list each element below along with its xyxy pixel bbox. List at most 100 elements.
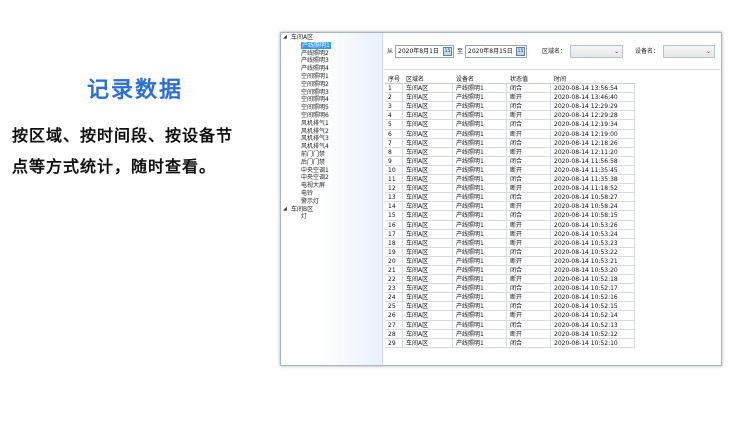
table-row[interactable]: 23 车间A区 产线照明1 闭合 2020-08-14 10:52:17 [385, 284, 635, 294]
table-row[interactable]: 13 车间A区 产线照明1 闭合 2020-08-14 10:58:27 [385, 193, 635, 203]
table-cell: 2020-08-14 13:56:54 [551, 84, 635, 93]
table-cell: 断开 [507, 165, 551, 175]
table-cell: 2020-08-14 11:18:52 [551, 184, 635, 193]
to-date-picker[interactable]: 2020年8月15日 15 [465, 45, 527, 58]
tree-item[interactable]: 中央空调1 [281, 167, 382, 175]
table-row[interactable]: 10 车间A区 产线照明1 断开 2020-08-14 11:35:45 [385, 165, 635, 176]
tree-group[interactable]: ◢ 车间B区 [281, 206, 382, 214]
table-cell: 产线照明1 [453, 211, 507, 220]
tree-item[interactable]: 风机排气2 [281, 128, 382, 136]
calendar-icon[interactable]: 15 [443, 47, 452, 56]
tree-item[interactable]: 风机排气1 [281, 120, 382, 128]
tree-item[interactable]: 空间照明3 [281, 89, 382, 97]
table-row[interactable]: 27 车间A区 产线照明1 闭合 2020-08-14 10:52:13 [385, 320, 635, 330]
tree-group[interactable]: ◢ 车间A区 [281, 34, 382, 42]
tree-item[interactable]: 空间照明5 [281, 104, 382, 112]
table-cell: 2020-08-14 11:35:45 [551, 165, 635, 175]
tree-item[interactable]: 空间照明4 [281, 96, 382, 104]
table-row[interactable]: 6 车间A区 产线照明1 断开 2020-08-14 12:19:00 [385, 129, 635, 139]
device-select[interactable]: ⌄ [663, 45, 715, 58]
tree-item-label: 产线照明4 [301, 65, 329, 73]
from-date-picker[interactable]: 2020年8月1日 15 [395, 45, 454, 58]
tree-item[interactable]: 电铃 [281, 190, 382, 198]
table-row[interactable]: 3 车间A区 产线照明1 闭合 2020-08-14 12:29:29 [385, 102, 635, 112]
tree-item[interactable]: 中央空调2 [281, 174, 382, 182]
tree-item[interactable]: 风机排气4 [281, 143, 382, 151]
column-header[interactable]: 设备名 [453, 75, 507, 83]
tree-item-label: 空间照明3 [301, 88, 329, 96]
table-cell: 2020-08-14 12:19:34 [551, 120, 635, 129]
tree-item[interactable]: 产线照明4 [281, 65, 382, 73]
table-cell: 车间A区 [403, 138, 453, 147]
tree-item[interactable]: 空间照明2 [281, 81, 382, 89]
table-cell: 产线照明1 [453, 147, 507, 156]
table-row[interactable]: 19 车间A区 产线照明1 闭合 2020-08-14 10:53:22 [385, 247, 635, 257]
table-row[interactable]: 2 车间A区 产线照明1 断开 2020-08-14 13:46:40 [385, 93, 635, 103]
table-row[interactable]: 9 车间A区 产线照明1 闭合 2020-08-14 11:56:58 [385, 156, 635, 166]
table-row[interactable]: 18 车间A区 产线照明1 断开 2020-08-14 10:53:23 [385, 238, 635, 248]
table-cell: 车间A区 [403, 147, 453, 156]
tree-item[interactable]: 产线照明3 [281, 57, 382, 65]
table-row[interactable]: 8 车间A区 产线照明1 断开 2020-08-14 12:11:20 [385, 147, 635, 157]
table-cell: 10 [385, 165, 403, 175]
table-row[interactable]: 17 车间A区 产线照明1 断开 2020-08-14 10:53:24 [385, 229, 635, 239]
table-cell: 产线照明1 [453, 175, 507, 184]
table-cell: 2020-08-14 10:53:20 [551, 265, 635, 275]
table-row[interactable]: 1 车间A区 产线照明1 闭合 2020-08-14 13:56:54 [385, 84, 635, 94]
tree-item-label: 前门门禁 [301, 150, 326, 158]
tree-item[interactable]: 后门门禁 [281, 159, 382, 167]
table-cell: 产线照明1 [453, 129, 507, 138]
table-cell: 闭合 [507, 120, 551, 129]
table-cell: 车间A区 [403, 111, 453, 120]
tree-item[interactable]: 电视大屏 [281, 182, 382, 190]
column-header[interactable]: 时间 [551, 75, 635, 83]
table-row[interactable]: 14 车间A区 产线照明1 断开 2020-08-14 10:58:24 [385, 202, 635, 212]
table-row[interactable]: 29 车间A区 产线照明1 闭合 2020-08-14 10:52:10 [385, 338, 635, 348]
table-row[interactable]: 24 车间A区 产线照明1 断开 2020-08-14 10:52:16 [385, 293, 635, 303]
table-row[interactable]: 4 车间A区 产线照明1 断开 2020-08-14 12:29:28 [385, 111, 635, 121]
table-row[interactable]: 7 车间A区 产线照明1 闭合 2020-08-14 12:18:26 [385, 138, 635, 148]
table-row[interactable]: 15 车间A区 产线照明1 闭合 2020-08-14 10:58:15 [385, 211, 635, 221]
table-row[interactable]: 26 车间A区 产线照明1 断开 2020-08-14 10:52:14 [385, 311, 635, 321]
table-row[interactable]: 21 车间A区 产线照明1 闭合 2020-08-14 10:53:20 [385, 265, 635, 276]
table-cell: 产线照明1 [453, 293, 507, 302]
tree-item-label: 风机排气1 [301, 119, 329, 127]
tree-item[interactable]: 灯 [281, 213, 382, 221]
column-header[interactable]: 区域名 [403, 75, 453, 83]
table-row[interactable]: 16 车间A区 产线照明1 断开 2020-08-14 10:53:26 [385, 220, 635, 230]
table-row[interactable]: 25 车间A区 产线照明1 闭合 2020-08-14 10:52:15 [385, 302, 635, 312]
area-select[interactable]: ⌄ [570, 45, 623, 58]
table-body[interactable]: 1 车间A区 产线照明1 闭合 2020-08-14 13:56:54 2 车间A区 产线照明… [385, 84, 635, 348]
table-row[interactable]: 28 车间A区 产线照明1 断开 2020-08-14 10:52:12 [385, 329, 635, 339]
calendar-icon[interactable]: 15 [516, 47, 525, 56]
table-cell: 2020-08-14 12:29:28 [551, 111, 635, 120]
tree-item[interactable]: 警示灯 [281, 198, 382, 206]
expand-toggle-icon[interactable]: ◢ [283, 206, 289, 214]
column-header[interactable]: 状态值 [507, 75, 551, 83]
tree-item[interactable]: 前门门禁 [281, 151, 382, 159]
table-cell: 断开 [507, 256, 551, 265]
tree-item-label: 中央空调1 [301, 166, 329, 174]
tree-item-label: 风机排气2 [301, 127, 329, 135]
tree-item-label: 空间照明6 [301, 111, 329, 119]
tree-item[interactable]: 产线照明1 [281, 41, 382, 50]
chevron-down-icon: ⌄ [705, 48, 711, 55]
table-row[interactable]: 20 车间A区 产线照明1 断开 2020-08-14 10:53:21 [385, 256, 635, 266]
table-cell: 车间A区 [403, 247, 453, 256]
tree-item[interactable]: 风机排气3 [281, 135, 382, 143]
table-cell: 产线照明1 [453, 120, 507, 129]
table-cell: 断开 [507, 111, 551, 120]
table-cell: 产线照明1 [453, 275, 507, 284]
expand-toggle-icon[interactable]: ◢ [283, 34, 289, 42]
tree-item[interactable]: 空间照明1 [281, 73, 382, 81]
table-cell: 断开 [507, 93, 551, 102]
table-cell: 6 [385, 129, 403, 138]
table-cell: 2020-08-14 12:11:20 [551, 147, 635, 156]
table-row[interactable]: 11 车间A区 产线照明1 闭合 2020-08-14 11:35:38 [385, 175, 635, 185]
tree-item[interactable]: 产线照明2 [281, 50, 382, 58]
column-header[interactable]: 序号 [385, 75, 403, 83]
table-row[interactable]: 5 车间A区 产线照明1 闭合 2020-08-14 12:19:34 [385, 120, 635, 130]
table-row[interactable]: 12 车间A区 产线照明1 断开 2020-08-14 11:18:52 [385, 184, 635, 194]
table-row[interactable]: 22 车间A区 产线照明1 断开 2020-08-14 10:52:18 [385, 275, 635, 285]
tree-item[interactable]: 空间照明6 [281, 112, 382, 120]
